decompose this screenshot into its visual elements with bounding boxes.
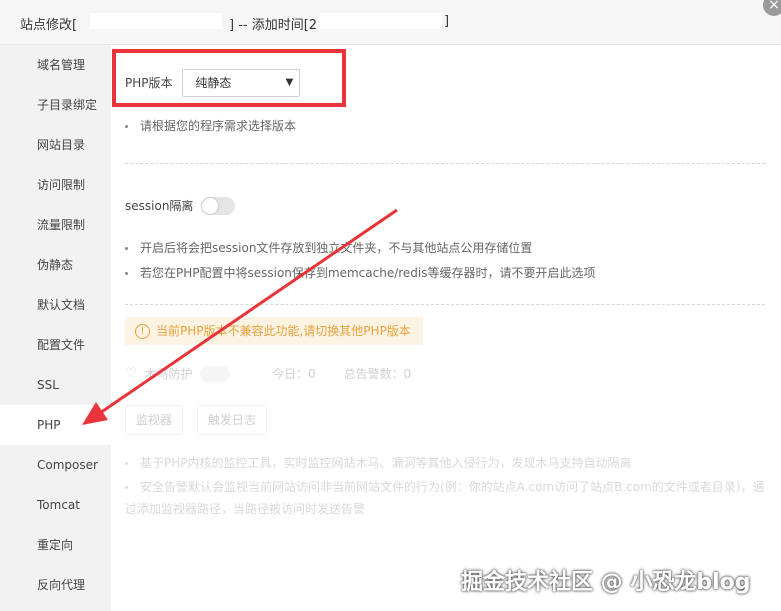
- sidebar-item-subdir[interactable]: 子目录绑定: [0, 85, 111, 125]
- sidebar-item-access-limit[interactable]: 访问限制: [0, 165, 111, 205]
- session-isolation-label: session隔离: [125, 198, 194, 213]
- sidebar-item-label: PHP: [37, 418, 61, 432]
- monitor-button[interactable]: 监视器: [125, 405, 184, 435]
- warning-text: 当前PHP版本不兼容此功能,请切换其他PHP版本: [156, 324, 411, 338]
- bullet-icon: [125, 486, 128, 489]
- trojan-guard-toggle[interactable]: [200, 365, 231, 382]
- sidebar-item-label: 重定向: [37, 538, 74, 552]
- bullet-icon: [125, 462, 128, 465]
- sidebar-item-config-file[interactable]: 配置文件: [0, 325, 111, 365]
- sidebar-item-label: 配置文件: [37, 338, 86, 352]
- title-middle-tail: 2: [308, 18, 318, 33]
- sidebar-item-label: 默认文档: [37, 298, 86, 312]
- today-count: 今日：0: [272, 366, 316, 381]
- sidebar: 域名管理 子目录绑定 网站目录 访问限制 流量限制 伪静态 默认文档 配置文件 …: [0, 45, 111, 611]
- session-isolation-toggle[interactable]: [201, 196, 236, 215]
- php-incompatible-warning: ! 当前PHP版本不兼容此功能,请切换其他PHP版本: [125, 317, 423, 345]
- sidebar-item-label: SSL: [37, 378, 59, 392]
- sidebar-item-label: 访问限制: [37, 178, 86, 192]
- sidebar-item-default-doc[interactable]: 默认文档: [0, 285, 111, 325]
- sidebar-item-composer[interactable]: Composer: [0, 445, 111, 485]
- sidebar-item-site-dir[interactable]: 网站目录: [0, 125, 111, 165]
- sidebar-item-domain[interactable]: 域名管理: [0, 45, 111, 85]
- sidebar-item-label: 域名管理: [37, 58, 86, 72]
- guard-note-text: 基于PHP内核的监控工具，实时监控网站木马、漏洞等其他入侵行为，发现木马支持自动…: [140, 456, 632, 470]
- divider: [125, 304, 765, 305]
- php-version-hint: 请根据您的程序需求选择版本: [125, 117, 296, 134]
- guard-note-text: 安全告警默认会监视当前网站访问非当前网站文件的行为(例：你的站点A.com访问了…: [125, 480, 765, 516]
- sidebar-item-label: Tomcat: [37, 498, 80, 512]
- sidebar-item-label: 子目录绑定: [37, 98, 98, 112]
- dialog-titlebar: 站点修改[ ] -- 添加时间[2 ] ×: [0, 0, 781, 45]
- php-version-hint-text: 请根据您的程序需求选择版本: [140, 119, 297, 133]
- title-prefix: 站点修改[: [20, 18, 78, 33]
- sidebar-item-label: 伪静态: [37, 258, 74, 272]
- bullet-icon: [125, 125, 128, 128]
- session-hint: 若您在PHP配置中将session保存到memcache/redis等缓存器时，…: [125, 264, 596, 281]
- trojan-guard-row: ♡ 木马防护 今日：0 总告警数：0: [125, 363, 411, 383]
- sidebar-item-reverse-proxy[interactable]: 反向代理: [0, 565, 111, 605]
- guard-note: 基于PHP内核的监控工具，实时监控网站木马、漏洞等其他入侵行为，发现木马支持自动…: [125, 452, 765, 474]
- title-middle: ] -- 添加时间[: [229, 18, 309, 33]
- sidebar-item-label: 网站目录: [37, 138, 86, 152]
- sidebar-item-label: Composer: [37, 458, 98, 472]
- sidebar-item-tomcat[interactable]: Tomcat: [0, 485, 111, 525]
- warning-icon: !: [135, 324, 150, 339]
- title-redacted-time: [320, 13, 442, 29]
- session-hint-text: 开启后将会把session文件存放到独立文件夹，不与其他站点公用存储位置: [140, 241, 533, 255]
- guard-button-row: 监视器 触发日志: [125, 405, 277, 435]
- heart-shield-icon: ♡: [125, 365, 137, 381]
- close-icon[interactable]: ×: [763, 0, 781, 16]
- guard-note: 安全告警默认会监视当前网站访问非当前网站文件的行为(例：你的站点A.com访问了…: [125, 476, 765, 520]
- trojan-guard-label: 木马防护: [144, 366, 193, 381]
- trigger-log-button[interactable]: 触发日志: [196, 405, 267, 435]
- sidebar-item-label: 反向代理: [37, 578, 86, 592]
- watermark: 掘金技术社区 @ 小恐龙blog: [461, 570, 751, 595]
- sidebar-item-ssl[interactable]: SSL: [0, 365, 111, 405]
- session-hint-text: 若您在PHP配置中将session保存到memcache/redis等缓存器时，…: [140, 266, 596, 280]
- session-isolation-row: session隔离: [125, 195, 236, 215]
- session-hint: 开启后将会把session文件存放到独立文件夹，不与其他站点公用存储位置: [125, 239, 532, 256]
- divider: [125, 163, 765, 164]
- sidebar-item-traffic-limit[interactable]: 流量限制: [0, 205, 111, 245]
- sidebar-item-rewrite[interactable]: 伪静态: [0, 245, 111, 285]
- total-alert-count: 总告警数：0: [343, 366, 412, 381]
- sidebar-item-redirect[interactable]: 重定向: [0, 525, 111, 565]
- title-redacted-site: [90, 13, 222, 29]
- php-settings-panel: PHP版本 纯静态 ▼ 请根据您的程序需求选择版本 session隔离 开启后将…: [111, 45, 781, 611]
- sidebar-item-label: 流量限制: [37, 218, 86, 232]
- title-suffix: ]: [444, 14, 450, 29]
- sidebar-item-php[interactable]: PHP: [0, 405, 111, 445]
- bullet-icon: [125, 272, 128, 275]
- toggle-knob: [202, 197, 219, 214]
- highlight-box: [112, 49, 346, 107]
- bullet-icon: [125, 247, 128, 250]
